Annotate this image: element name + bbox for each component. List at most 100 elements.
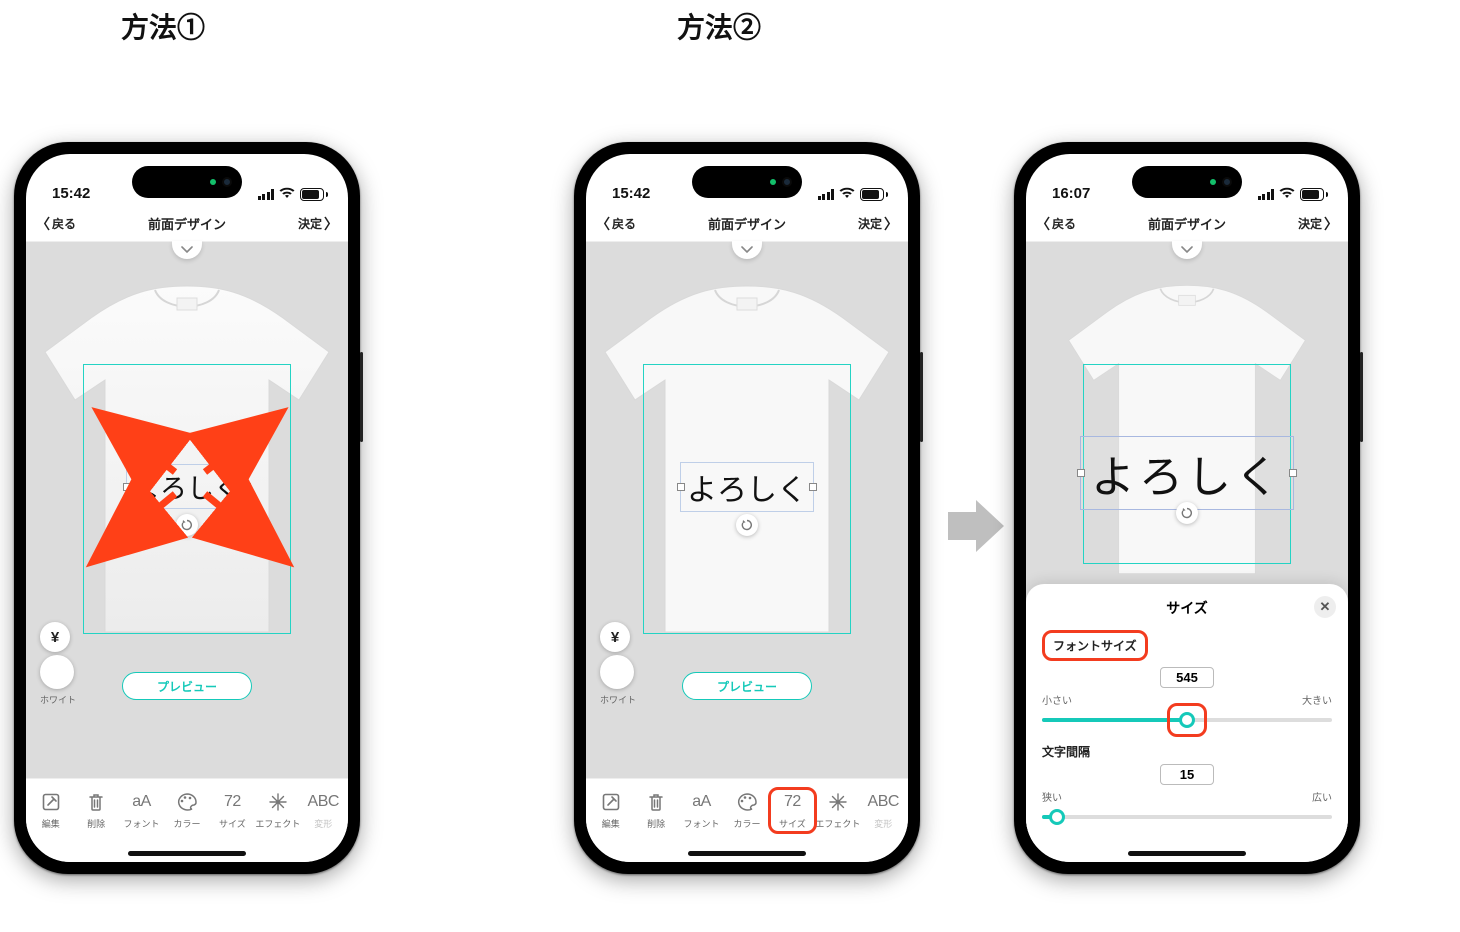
swatch-label: ホワイト (600, 693, 636, 706)
tool-label: フォント (124, 817, 160, 830)
chevron-right-icon: 〉 (324, 217, 338, 231)
text-element[interactable]: よろしく (1080, 436, 1294, 510)
trash-icon (647, 791, 665, 813)
resize-handle-right[interactable] (1289, 469, 1297, 477)
tool-edit-square[interactable]: 編集 (588, 791, 633, 830)
swatch-circle-icon (40, 655, 74, 689)
tool-palette[interactable]: カラー (724, 791, 769, 830)
resize-handle-left[interactable] (1077, 469, 1085, 477)
bottom-toolbar: 編集削除 aA フォントカラー 72サイズエフェクトABC変形 (586, 778, 908, 844)
pinch-arrows-overlay (80, 402, 300, 572)
spacing-value[interactable]: 15 (1160, 764, 1214, 785)
home-indicator (1026, 844, 1348, 862)
tool-sparkle[interactable]: エフェクト (815, 791, 860, 830)
swatch-label: ホワイト (40, 693, 76, 706)
heading-method2: 方法② (677, 6, 761, 46)
close-icon: ✕ (1320, 599, 1331, 615)
battery-icon: 76 (300, 188, 328, 201)
text-element[interactable]: よろしく (680, 462, 814, 512)
tool-label: 削除 (647, 817, 665, 830)
home-indicator (26, 844, 348, 862)
tool-edit-square[interactable]: 編集 (28, 791, 73, 830)
tool-font-aa[interactable]: aA フォント (679, 791, 724, 830)
text-element-content: よろしく (687, 474, 807, 507)
design-canvas[interactable]: よろしく ¥ ホワイト プレビュー (586, 242, 908, 778)
battery-icon: 76 (860, 188, 888, 201)
spacing-slider[interactable] (1042, 808, 1332, 826)
yen-icon: ¥ (51, 629, 59, 646)
tool-size-72[interactable]: 72 サイズ (210, 791, 255, 830)
rotate-handle[interactable] (736, 514, 758, 536)
flow-arrow-icon (946, 498, 1006, 559)
price-button[interactable]: ¥ (600, 622, 630, 652)
chevron-left-icon: 〈 (596, 217, 610, 231)
tool-label: カラー (733, 817, 760, 830)
back-button[interactable]: 〈戻る (36, 215, 76, 232)
resize-handle-right[interactable] (809, 483, 817, 491)
battery-icon: 73 (1300, 188, 1328, 201)
spacing-label: 文字間隔 (1042, 743, 1090, 760)
chevron-right-icon: 〉 (884, 217, 898, 231)
cellular-icon (258, 189, 275, 200)
tool-font-aa[interactable]: aA フォント (119, 791, 164, 830)
palette-icon (176, 791, 198, 813)
tool-palette[interactable]: カラー (164, 791, 209, 830)
cellular-icon (818, 189, 835, 200)
color-swatch[interactable]: ホワイト (600, 655, 636, 706)
tool-label: サイズ (779, 817, 806, 830)
rotate-handle[interactable] (1176, 502, 1198, 524)
tool-size-72[interactable]: 72サイズ (770, 791, 815, 830)
font-size-label: フォントサイズ (1042, 630, 1148, 661)
slider-thumb[interactable] (1049, 809, 1065, 825)
highlight-box (1167, 703, 1207, 737)
tool-label: カラー (173, 817, 200, 830)
cellular-icon (1258, 189, 1275, 200)
font-aa-icon: aA (692, 791, 711, 813)
edit-square-icon (601, 791, 621, 813)
label-wide: 広い (1312, 789, 1332, 804)
confirm-button[interactable]: 決定〉 (1298, 215, 1338, 232)
tool-transform-abc[interactable]: ABC変形 (861, 791, 906, 830)
chevron-right-icon: 〉 (1324, 217, 1338, 231)
edit-square-icon (41, 791, 61, 813)
preview-button[interactable]: プレビュー (682, 672, 812, 700)
status-time: 16:07 (1052, 185, 1090, 202)
tool-trash[interactable]: 削除 (633, 791, 678, 830)
price-button[interactable]: ¥ (40, 622, 70, 652)
transform-abc-icon: ABC (868, 791, 899, 813)
preview-button[interactable]: プレビュー (122, 672, 252, 700)
font-size-value[interactable]: 545 (1160, 667, 1214, 688)
tool-sparkle[interactable]: エフェクト (255, 791, 300, 830)
chevron-left-icon: 〈 (36, 217, 50, 231)
tool-label: サイズ (219, 817, 246, 830)
confirm-button[interactable]: 決定〉 (298, 215, 338, 232)
font-size-slider[interactable] (1042, 711, 1332, 729)
phone-frame-2: 15:42 76 〈戻る 前面デザイン 決定〉 よろしく (574, 142, 920, 874)
resize-handle-left[interactable] (677, 483, 685, 491)
confirm-button[interactable]: 決定〉 (858, 215, 898, 232)
design-canvas[interactable]: よろしく サイズ ✕ フォントサイズ 545 小さい 大きい (1026, 242, 1348, 844)
design-canvas[interactable]: よろしく ¥ ホワイ (26, 242, 348, 778)
label-small: 小さい (1042, 692, 1072, 707)
nav-title: 前面デザイン (1148, 214, 1226, 233)
phone-frame-1: 15:42 76 〈戻る 前面デザイン 決定〉 (14, 142, 360, 874)
nav-title: 前面デザイン (148, 217, 226, 232)
tool-trash[interactable]: 削除 (73, 791, 118, 830)
close-panel-button[interactable]: ✕ (1314, 596, 1336, 618)
size-panel: サイズ ✕ フォントサイズ 545 小さい 大きい 文字間隔 15 狭い (1026, 584, 1348, 844)
size-72-icon: 72 (224, 791, 241, 813)
color-swatch[interactable]: ホワイト (40, 655, 76, 706)
tool-label: エフェクト (255, 817, 300, 830)
status-time: 15:42 (612, 185, 650, 202)
font-aa-icon: aA (132, 791, 151, 813)
tool-transform-abc[interactable]: ABC変形 (301, 791, 346, 830)
tool-label: 変形 (314, 817, 332, 830)
back-button[interactable]: 〈戻る (1036, 215, 1076, 232)
tool-label: フォント (684, 817, 720, 830)
back-button[interactable]: 〈戻る (596, 215, 636, 232)
dynamic-island (1132, 166, 1242, 198)
nav-title: 前面デザイン (708, 214, 786, 233)
bottom-toolbar: 編集削除 aA フォントカラー 72 サイズエフェクトABC変形 (26, 778, 348, 844)
wifi-icon (839, 187, 855, 202)
status-time: 15:42 (52, 185, 90, 202)
